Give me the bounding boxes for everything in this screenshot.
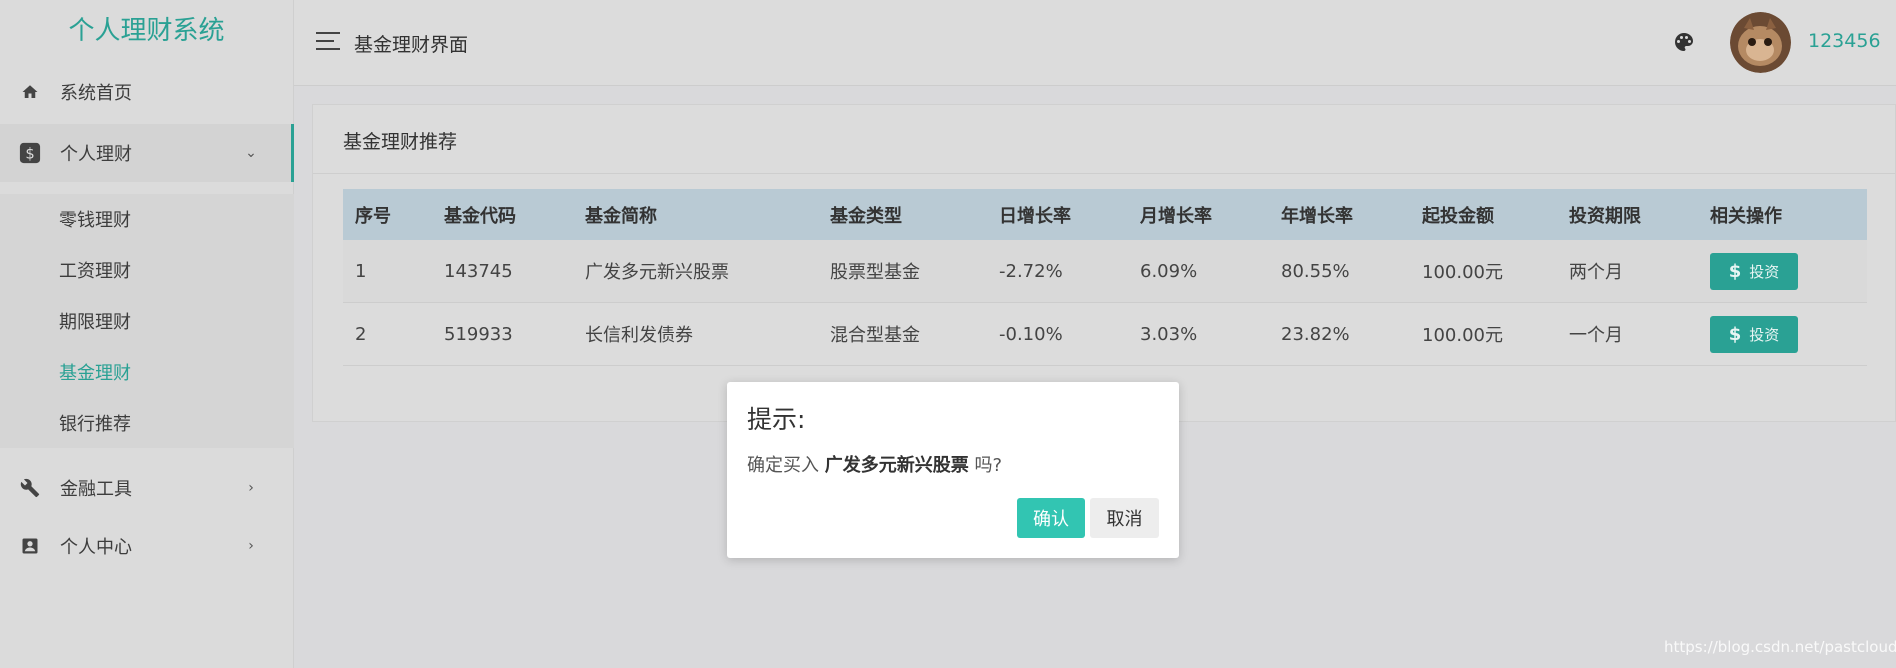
menu-item-label: 金融工具 xyxy=(60,479,132,500)
sidebar: 个人理财系统 系统首页 $ 个人理财 ⌄ 零钱理财 工资理财 期限理财 基金理财… xyxy=(0,0,294,668)
cell-term: 两个月 xyxy=(1569,262,1623,283)
cell-type: 混合型基金 xyxy=(830,325,920,346)
dialog-message-suffix: 吗? xyxy=(974,455,1003,476)
dollar-icon: $ xyxy=(1728,323,1742,345)
divider xyxy=(313,173,1895,174)
page-title: 基金理财界面 xyxy=(354,34,469,56)
menu-item-label: 个人理财 xyxy=(60,144,132,165)
cell-monthly-rate: 6.09% xyxy=(1140,260,1198,282)
submenu-item-fund-finance[interactable]: 基金理财 xyxy=(59,359,131,385)
menu-item-finance-tools[interactable]: 金融工具 › xyxy=(0,459,294,517)
contact-icon xyxy=(18,534,42,558)
cell-no: 2 xyxy=(355,323,367,345)
cell-yearly-rate: 23.82% xyxy=(1281,323,1350,345)
home-icon xyxy=(18,80,42,104)
fund-recommend-card: 基金理财推荐 序号 基金代码 基金简称 基金类型 日增长率 月增长率 年增长率 … xyxy=(312,104,1896,422)
submenu-item-term-finance[interactable]: 期限理财 xyxy=(59,308,131,334)
cancel-button[interactable]: 取消 xyxy=(1090,498,1159,538)
menu-item-label: 个人中心 xyxy=(60,537,132,558)
cell-code: 143745 xyxy=(444,260,513,282)
palette-icon[interactable] xyxy=(1672,30,1696,54)
menu-item-label: 系统首页 xyxy=(60,83,132,104)
column-header: 基金简称 xyxy=(585,205,657,227)
cell-name: 广发多元新兴股票 xyxy=(585,262,729,283)
cell-daily-rate: -0.10% xyxy=(999,323,1063,345)
cell-code: 519933 xyxy=(444,323,513,345)
avatar[interactable] xyxy=(1730,12,1791,73)
chevron-right-icon: › xyxy=(248,480,254,496)
submenu-item-bank-recommend[interactable]: 银行推荐 xyxy=(59,410,131,436)
cell-min-amount: 100.00元 xyxy=(1422,262,1503,283)
submenu-item-change-finance[interactable]: 零钱理财 xyxy=(59,206,131,232)
menu-item-home[interactable]: 系统首页 xyxy=(0,63,294,121)
menu-toggle-icon[interactable] xyxy=(316,32,340,50)
column-header: 基金代码 xyxy=(444,205,516,227)
chevron-down-icon: ⌄ xyxy=(245,145,257,161)
column-header: 月增长率 xyxy=(1140,205,1212,227)
svg-text:$: $ xyxy=(25,146,34,163)
table-row: 2 519933 长信利发债券 混合型基金 -0.10% 3.03% 23.82… xyxy=(343,303,1867,366)
column-header: 相关操作 xyxy=(1710,205,1782,227)
wrench-icon xyxy=(18,476,42,500)
top-header: 基金理财界面 123456 xyxy=(294,0,1896,86)
column-header: 起投金额 xyxy=(1422,205,1494,227)
watermark: https://blog.csdn.net/pastclouds xyxy=(1664,638,1896,656)
cell-name: 长信利发债券 xyxy=(585,325,693,346)
dialog-message: 确定买入 广发多元新兴股票 吗? xyxy=(747,451,1002,477)
confirm-button[interactable]: 确认 xyxy=(1017,498,1085,538)
dollar-icon: $ xyxy=(1728,260,1742,282)
cell-monthly-rate: 3.03% xyxy=(1140,323,1198,345)
fund-table: 序号 基金代码 基金简称 基金类型 日增长率 月增长率 年增长率 起投金额 投资… xyxy=(343,189,1867,366)
dialog-title: 提示: xyxy=(747,405,806,434)
cell-type: 股票型基金 xyxy=(830,262,920,283)
cell-term: 一个月 xyxy=(1569,325,1623,346)
cell-action: $ 投资 xyxy=(1698,252,1867,290)
dollar-icon: $ xyxy=(18,141,42,165)
column-header: 序号 xyxy=(355,205,391,227)
column-header: 年增长率 xyxy=(1281,205,1353,227)
cell-yearly-rate: 80.55% xyxy=(1281,260,1350,282)
invest-button-label: 投资 xyxy=(1749,262,1780,281)
invest-button[interactable]: $ 投资 xyxy=(1710,315,1798,353)
card-title: 基金理财推荐 xyxy=(343,131,458,153)
username[interactable]: 123456 xyxy=(1808,30,1881,52)
invest-button-label: 投资 xyxy=(1749,325,1780,344)
brand-title: 个人理财系统 xyxy=(68,16,225,46)
confirm-dialog: 提示: 确定买入 广发多元新兴股票 吗? 确认 取消 xyxy=(727,382,1179,558)
cell-min-amount: 100.00元 xyxy=(1422,325,1503,346)
chevron-right-icon: › xyxy=(248,538,254,554)
table-row: 1 143745 广发多元新兴股票 股票型基金 -2.72% 6.09% 80.… xyxy=(343,240,1867,303)
submenu-personal-finance: 零钱理财 工资理财 期限理财 基金理财 银行推荐 xyxy=(0,194,294,448)
column-header: 投资期限 xyxy=(1569,205,1641,227)
cell-no: 1 xyxy=(355,260,367,282)
menu-item-personal-center[interactable]: 个人中心 › xyxy=(0,517,294,575)
submenu-item-salary-finance[interactable]: 工资理财 xyxy=(59,257,131,283)
cell-action: $ 投资 xyxy=(1698,315,1867,353)
menu-item-personal-finance[interactable]: $ 个人理财 ⌄ xyxy=(0,124,294,182)
dialog-message-prefix: 确定买入 xyxy=(747,455,819,476)
dialog-fund-name: 广发多元新兴股票 xyxy=(824,455,969,476)
table-header: 序号 基金代码 基金简称 基金类型 日增长率 月增长率 年增长率 起投金额 投资… xyxy=(343,189,1867,240)
column-header: 日增长率 xyxy=(999,205,1071,227)
column-header: 基金类型 xyxy=(830,205,902,227)
cell-daily-rate: -2.72% xyxy=(999,260,1063,282)
invest-button[interactable]: $ 投资 xyxy=(1710,252,1798,290)
